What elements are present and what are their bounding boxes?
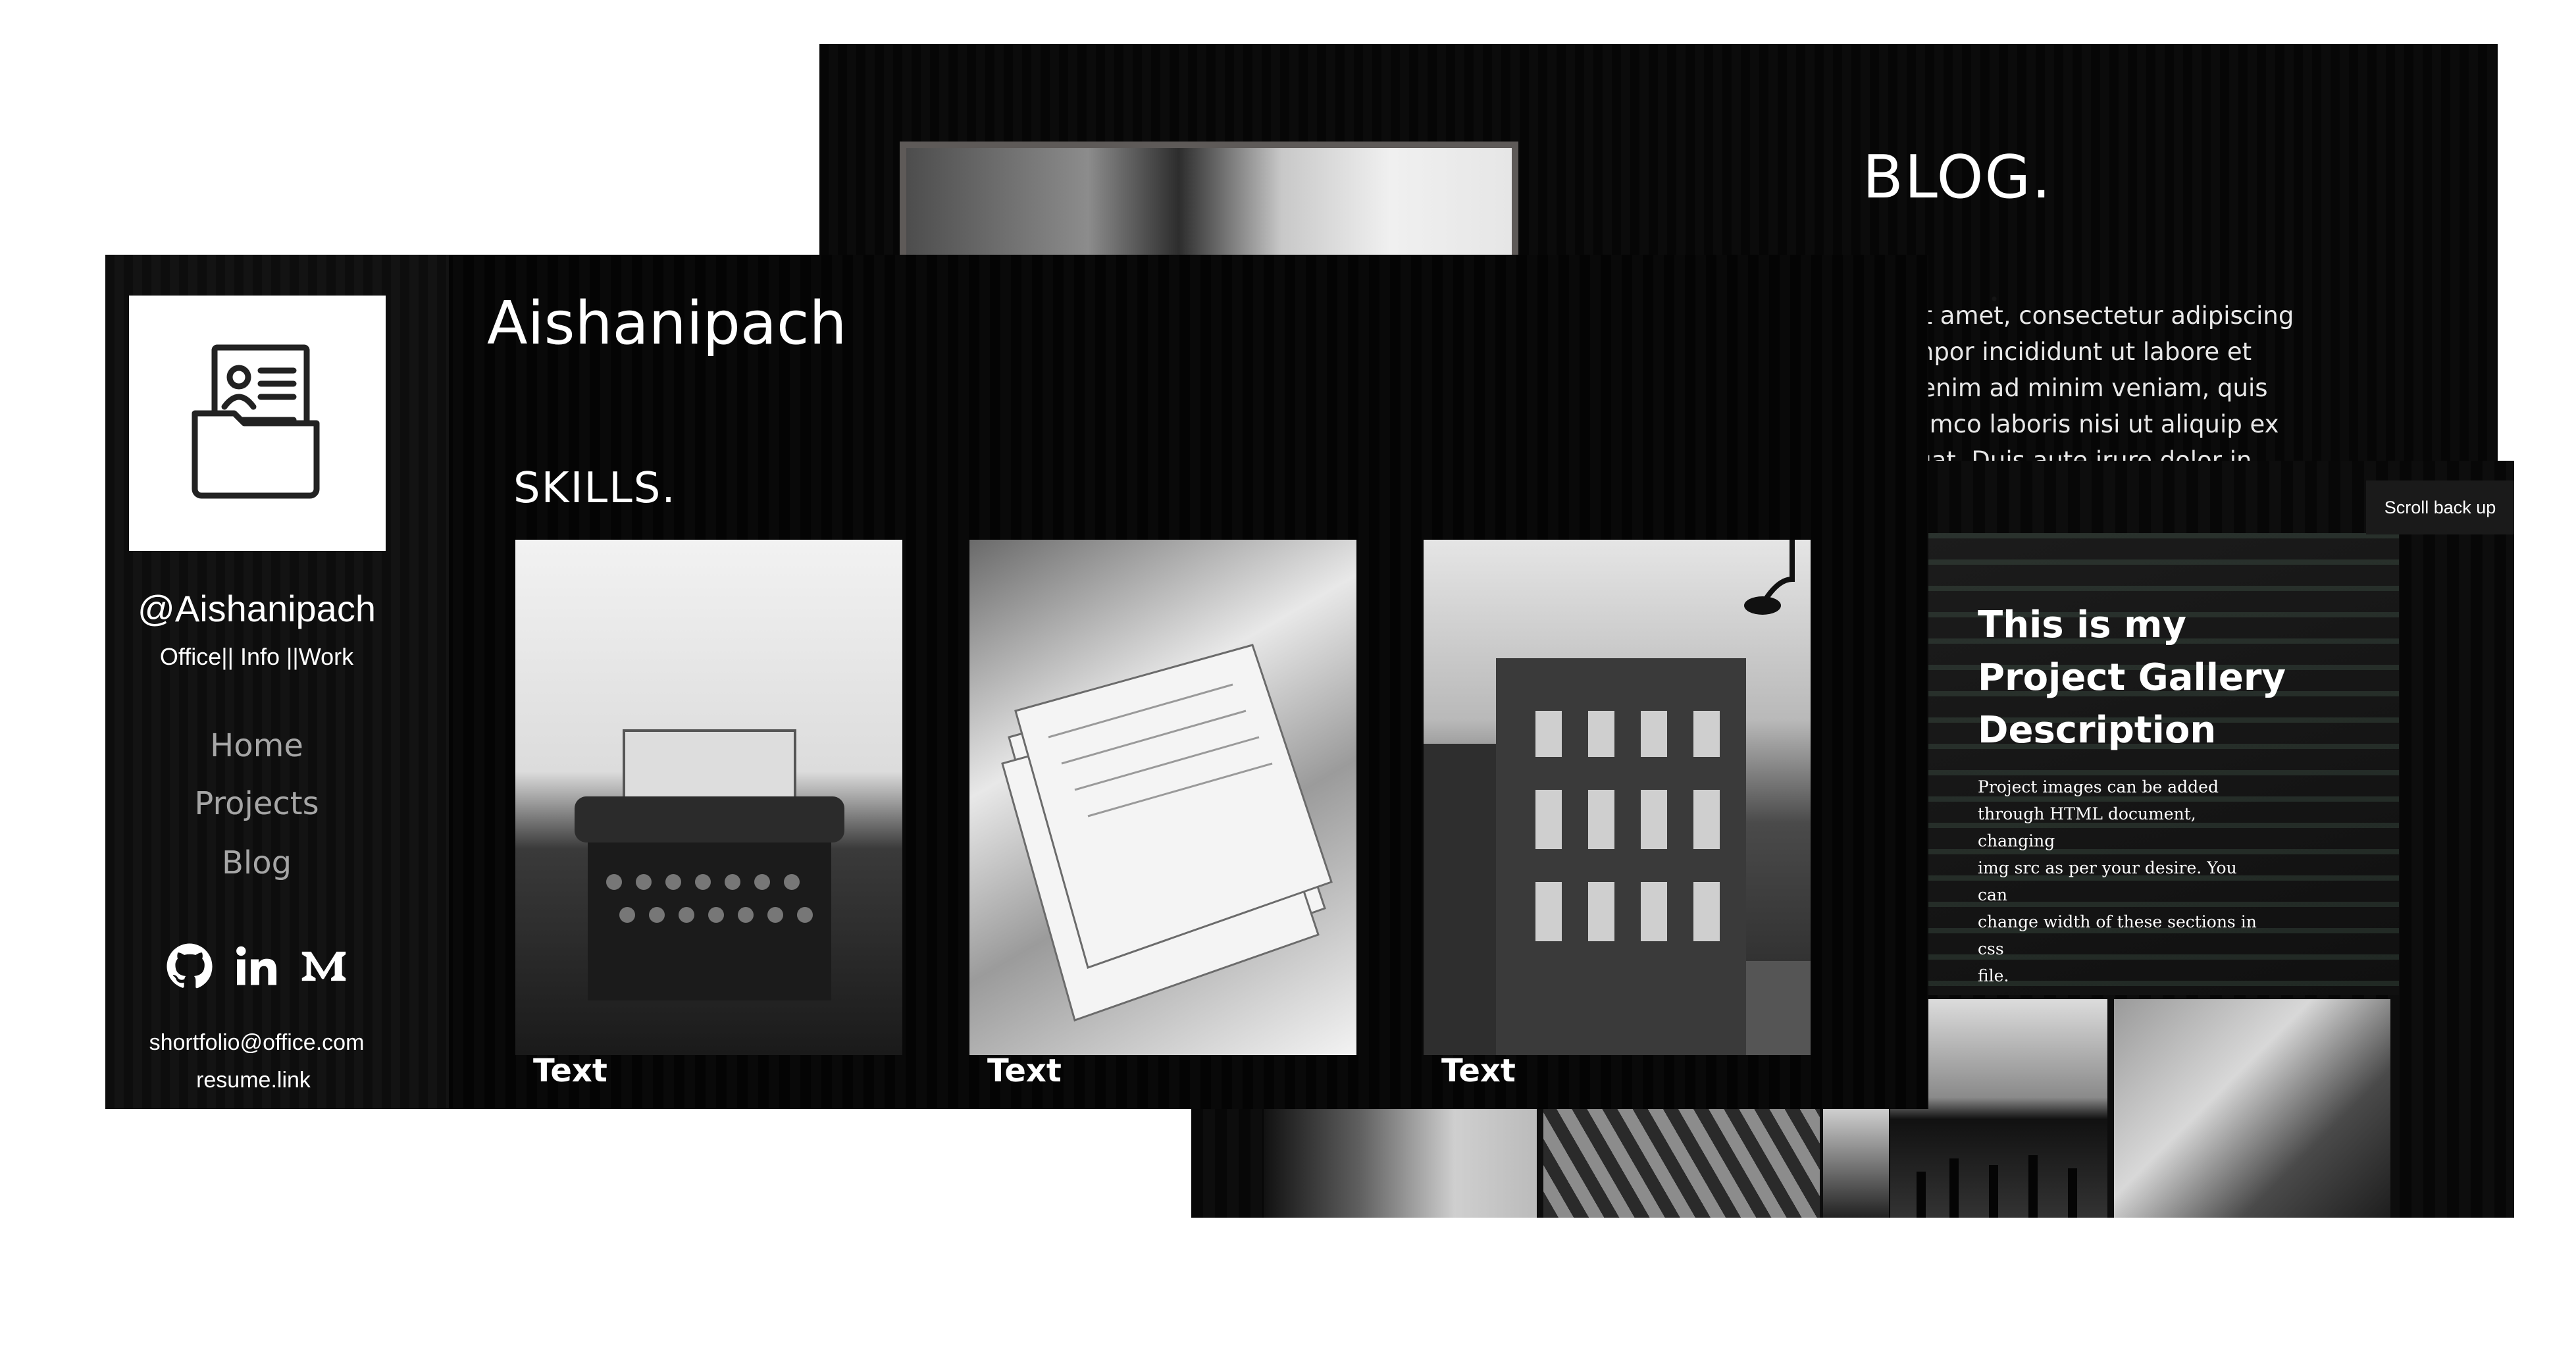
blog-line: r sit amet, consectetur adipiscing	[1886, 301, 2294, 330]
blog-line: ullamco laboris nisi ut aliquip ex	[1886, 410, 2279, 438]
silhouette	[1949, 1158, 1959, 1218]
building-illustration	[1424, 540, 1811, 1055]
skills-heading: SKILLS.	[513, 464, 677, 513]
gallery-image	[2114, 999, 2390, 1218]
gallery-title-line: Description	[1978, 709, 2217, 752]
medium-icon[interactable]	[300, 943, 348, 990]
skill-image-building	[1424, 540, 1811, 1055]
nav-home-link[interactable]: Home	[105, 727, 408, 764]
silhouette	[1917, 1172, 1926, 1218]
profile-handle: @Aishanipach	[138, 588, 376, 629]
linkedin-icon[interactable]	[233, 943, 280, 990]
gallery-body-line: img src as per your desire. You can	[1978, 858, 2237, 904]
typewriter-illustration	[575, 729, 844, 1000]
scroll-back-up-button[interactable]: Scroll back up	[2366, 480, 2514, 534]
skill-caption: Text	[533, 1052, 607, 1089]
silhouette	[2028, 1155, 2038, 1218]
sidebar: @Aishanipach Office|| Info ||Work Home P…	[105, 255, 449, 1109]
nav-blog-link[interactable]: Blog	[105, 844, 408, 881]
portfolio-folder-icon	[192, 344, 320, 499]
gallery-image	[1823, 1109, 1889, 1218]
skill-caption: Text	[1441, 1052, 1516, 1089]
gallery-body-line: through HTML document, changing	[1978, 804, 2196, 850]
gallery-image	[1264, 1109, 1537, 1218]
email-link[interactable]: shortfolio@office.com	[105, 1030, 408, 1056]
skill-image-newspapers	[969, 540, 1356, 1055]
gallery-description: This is my Project Gallery Description P…	[1889, 533, 2399, 995]
social-links	[105, 943, 408, 990]
blog-line: Ut enim ad minim veniam, quis	[1886, 374, 2268, 402]
skill-image-typewriter	[515, 540, 902, 1055]
profile-tagline: Office|| Info ||Work	[159, 643, 354, 670]
silhouette	[2068, 1168, 2077, 1218]
gallery-title-line: This is my	[1978, 604, 2186, 646]
gallery-image	[1543, 1109, 1820, 1218]
nav-projects-link[interactable]: Projects	[105, 785, 408, 822]
gallery-title: This is my Project Gallery Description	[1978, 599, 2320, 757]
gallery-body: Project images can be added through HTML…	[1978, 773, 2267, 989]
skill-caption: Text	[987, 1052, 1062, 1089]
gallery-body-line: change width of these sections in css	[1978, 912, 2257, 958]
blog-title: BLOG.	[1863, 143, 2052, 212]
blog-text: r sit amet, consectetur adipiscing tempo…	[1886, 298, 2359, 469]
profile-logo	[129, 296, 386, 551]
gallery-body-line: Project images can be added	[1978, 777, 2219, 796]
blog-line: tempor incididunt ut labore et	[1886, 338, 2252, 366]
gallery-title-line: Project Gallery	[1978, 656, 2286, 699]
site-title: Aishanipach	[487, 289, 847, 358]
newspaper-stack-illustration	[1001, 644, 1333, 1022]
resume-link[interactable]: resume.link	[105, 1068, 401, 1093]
gallery-body-line: file.	[1978, 966, 2009, 985]
silhouette	[1989, 1165, 1998, 1218]
github-icon[interactable]	[166, 943, 213, 990]
portfolio-main-panel: @Aishanipach Office|| Info ||Work Home P…	[105, 255, 1928, 1109]
